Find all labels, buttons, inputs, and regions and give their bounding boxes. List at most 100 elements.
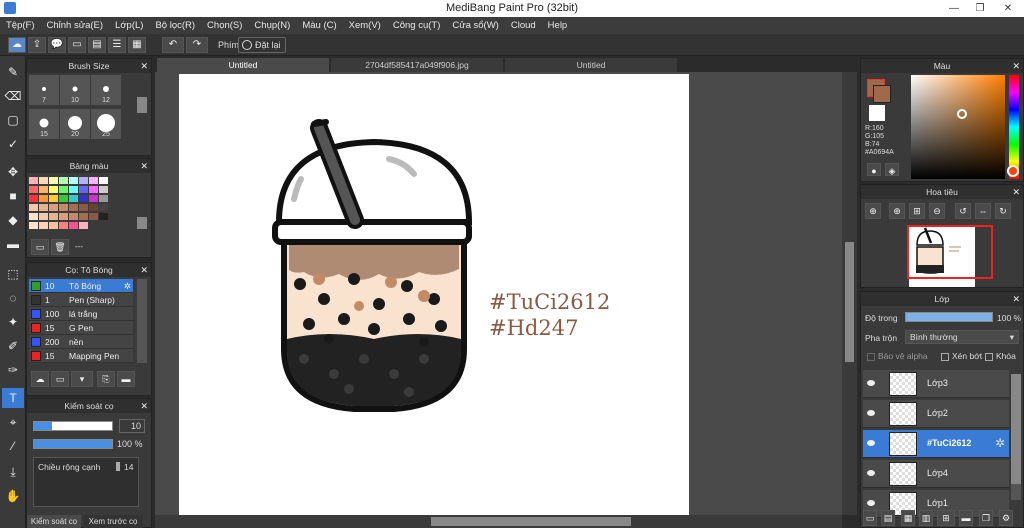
eye-icon[interactable] [867,440,875,446]
hand-tool-icon[interactable]: ✋ [2,486,24,506]
menu-tools[interactable]: Công cụ(T) [387,17,447,34]
palette-swatch[interactable] [99,204,108,211]
palette-swatch[interactable] [29,222,38,229]
palette-swatch[interactable] [89,195,98,202]
comment-icon[interactable]: 💬 [48,37,66,53]
palette-swatch[interactable] [29,195,38,202]
new-8bit-layer-icon[interactable]: ▦ [901,510,915,526]
tab-brush-control[interactable]: Kiểm soát cọ [27,515,81,528]
palette-swatch[interactable] [79,195,88,202]
hue-handle[interactable] [1007,165,1019,177]
share-icon[interactable]: ⇪ [28,37,46,53]
brush-size-25[interactable]: 25 [91,109,121,139]
menu-window[interactable]: Cửa sổ(W) [446,17,504,34]
palette-swatch[interactable] [49,177,58,184]
alpha-protect-checkbox[interactable]: Bảo vệ alpha [867,351,928,361]
palette-swatch[interactable] [99,186,108,193]
brush-item[interactable]: 100 lá trắng [29,307,133,321]
add-layer-menu-icon[interactable]: ⊞ [937,510,955,526]
cloud-brush-icon[interactable]: ☁ [31,371,49,387]
move-tool-icon[interactable]: ✥ [2,162,24,182]
panel-close-icon[interactable]: ✕ [1012,185,1020,199]
transparent-swatch[interactable] [869,105,885,121]
rotate-right-icon[interactable]: ↻ [995,203,1011,219]
palette-swatch[interactable] [59,204,68,211]
lock-checkbox[interactable]: Khóa [985,351,1016,361]
panel-close-icon[interactable]: ✕ [140,263,148,277]
layer-opacity-slider[interactable] [905,312,993,322]
palette-scrollbar[interactable] [137,217,147,229]
palette-swatch[interactable] [59,186,68,193]
flip-icon[interactable]: ⇔ [975,203,991,219]
tab-untitled-1[interactable]: Untitled [157,58,329,72]
zoom-in-icon[interactable]: ⊕ [865,203,881,219]
brush-item[interactable]: 1 Pen (Sharp) [29,293,133,307]
brush-size-15[interactable]: 15 [29,109,59,139]
fill-tool-icon[interactable]: ◆ [2,210,24,230]
shape-tool-icon[interactable]: ■ [2,186,24,206]
fit-icon[interactable]: ⊞ [909,203,925,219]
palette-swatch[interactable] [89,213,98,220]
palette-swatch[interactable] [89,204,98,211]
saturation-value-picker[interactable] [911,75,1005,179]
palette-swatch[interactable] [49,186,58,193]
restore-button[interactable]: ❐ [966,0,994,17]
panel-close-icon[interactable]: ✕ [1012,292,1020,306]
brush-size-12[interactable]: 12 [91,75,121,105]
palette-swatch[interactable] [59,195,68,202]
add-brush-icon[interactable]: ▾ [71,371,93,387]
color-picker-handle[interactable] [957,109,967,119]
palette-swatch[interactable] [49,204,58,211]
copy-brush-icon[interactable]: ⎘ [97,371,115,387]
brush-size-scrollbar[interactable] [137,97,147,113]
palette-swatch[interactable] [69,213,78,220]
page-icon[interactable]: ▭ [68,37,86,53]
canvas-text-tuci[interactable]: #TuCi2612 [489,290,610,314]
zoom-in-2-icon[interactable]: ⊕ [889,203,905,219]
panel-close-icon[interactable]: ✕ [140,159,148,173]
canvas-horizontal-scrollbar[interactable] [155,515,842,528]
menu-view[interactable]: Xem(V) [343,17,387,34]
palette-swatch[interactable] [89,186,98,193]
close-button[interactable]: ✕ [994,0,1022,17]
cloud-icon[interactable]: ☁ [8,37,26,53]
drawing-paper[interactable]: #TuCi2612 #Hd247 [179,74,689,515]
vertical-scroll-thumb[interactable] [845,242,854,362]
palette-swatch[interactable] [59,177,68,184]
brush-size-value[interactable]: 10 [119,419,145,433]
palette-swatch[interactable] [89,177,98,184]
palette-swatch[interactable] [69,186,78,193]
undo-icon[interactable]: ↶ [162,37,184,53]
select-eraser-icon[interactable]: ✑ [2,360,24,380]
delete-palette-icon[interactable]: 🗑 [51,239,69,255]
horizontal-scroll-thumb[interactable] [431,517,631,526]
tab-brush-preview[interactable]: Xem trước cọ [83,515,143,528]
new-palette-icon[interactable]: ▭ [31,239,49,255]
palette-swatch[interactable] [39,186,48,193]
brush-item[interactable]: 10 Tô Bóng ✲ [29,279,133,293]
hue-slider[interactable] [1009,75,1019,179]
palette-swatch[interactable] [49,195,58,202]
palette-swatch[interactable] [69,222,78,229]
panel-close-icon[interactable]: ✕ [140,59,148,73]
palette-swatch[interactable] [79,177,88,184]
palette-swatch[interactable] [79,222,88,229]
reset-button[interactable]: Đặt lại [238,37,286,53]
new-brush-icon[interactable]: ▭ [51,371,69,387]
menu-help[interactable]: Help [542,17,574,34]
layer-item[interactable]: Lớp4 [863,460,1009,488]
brush-tool-icon[interactable]: ✎ [2,62,24,82]
palette-swatch[interactable] [49,213,58,220]
eye-icon[interactable] [867,410,875,416]
redo-icon[interactable]: ↷ [186,37,208,53]
menu-select[interactable]: Chọn(S) [201,17,248,34]
layer-folder-icon[interactable]: ▬ [959,510,973,526]
tab-jpg[interactable]: 2704df585417a049f906.jpg [331,58,503,72]
palette-swatch[interactable] [29,213,38,220]
grid-icon[interactable]: ▦ [128,37,146,53]
select-tool-icon[interactable]: ⬚ [2,264,24,284]
duplicate-layer-icon[interactable]: ❐ [979,510,993,526]
folder-icon[interactable]: ▬ [117,371,135,387]
text-tool-icon[interactable]: T [2,388,24,408]
palette-swatch[interactable] [99,177,108,184]
